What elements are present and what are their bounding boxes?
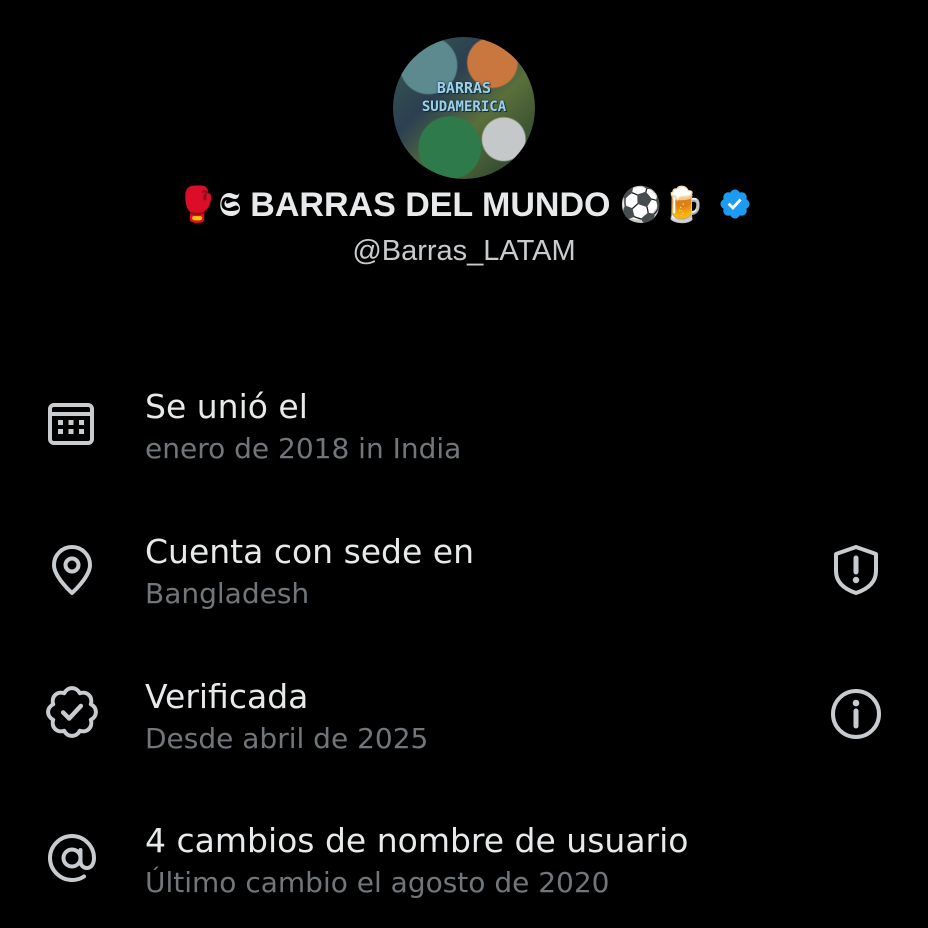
verified-badge-icon[interactable]: [718, 187, 752, 221]
location-pin-icon: [44, 541, 100, 597]
profile-header: BARRAS SUDAMERICA 🥊𝕾 BARRAS DEL MUNDO ⚽🍺…: [0, 0, 928, 300]
row-title: Se unió el: [145, 387, 308, 426]
avatar[interactable]: BARRAS SUDAMERICA: [393, 37, 535, 179]
row-subtitle: enero de 2018 in India: [145, 432, 462, 465]
shield-alert-icon[interactable]: [826, 539, 886, 599]
row-subtitle: Último cambio el agosto de 2020: [145, 866, 610, 899]
row-title: Cuenta con sede en: [145, 532, 475, 571]
name-prefix-emoji: 🥊𝕾: [175, 185, 241, 225]
row-subtitle: Desde abril de 2025: [145, 722, 429, 755]
row-subtitle: Bangladesh: [145, 577, 310, 610]
handle[interactable]: @Barras_LATAM: [0, 230, 928, 272]
name-suffix-emoji: ⚽🍺: [619, 185, 705, 225]
info-icon[interactable]: [826, 684, 886, 744]
info-row-joined: Se unió el enero de 2018 in India: [0, 380, 928, 490]
display-name-text: BARRAS DEL MUNDO: [250, 186, 611, 224]
info-row-verified: Verificada Desde abril de 2025: [0, 670, 928, 780]
row-title: Verificada: [145, 677, 309, 716]
avatar-text-line2: SUDAMERICA: [421, 99, 507, 115]
at-sign-icon: [44, 830, 100, 886]
info-row-location: Cuenta con sede en Bangladesh: [0, 525, 928, 635]
avatar-text-line1: BARRAS: [436, 79, 492, 97]
row-title: 4 cambios de nombre de usuario: [145, 821, 689, 860]
info-row-username-changes: 4 cambios de nombre de usuario Último ca…: [0, 814, 928, 924]
verified-badge-icon: [44, 684, 100, 740]
calendar-icon: [44, 395, 100, 451]
display-name: 🥊𝕾 BARRAS DEL MUNDO ⚽🍺: [0, 180, 928, 230]
